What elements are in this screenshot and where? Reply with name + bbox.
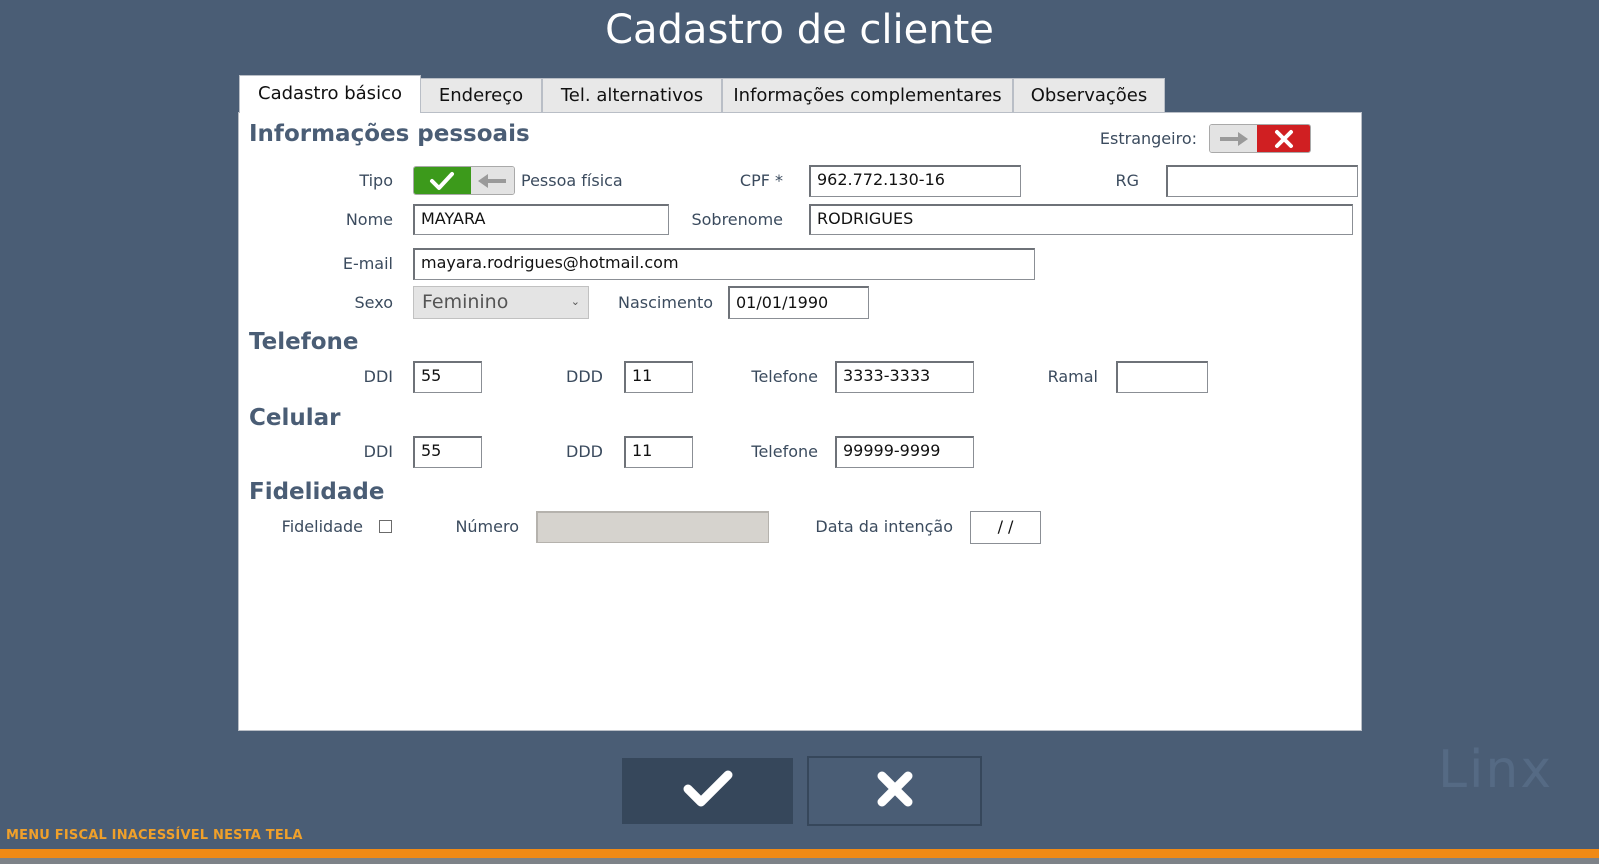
footer-accent-bar <box>0 849 1599 858</box>
confirm-button[interactable] <box>622 758 793 824</box>
numero-input[interactable] <box>536 511 769 543</box>
arrow-right-icon <box>1210 125 1258 152</box>
section-celular: Celular <box>249 405 341 431</box>
telefone-ddi-label: DDI <box>363 367 393 386</box>
form-panel: Informações pessoais Estrangeiro: Tipo P… <box>238 112 1362 731</box>
footer-bottom-bar <box>0 858 1599 864</box>
tipo-value: Pessoa física <box>521 171 623 190</box>
cpf-label: CPF * <box>739 171 783 190</box>
email-label: E-mail <box>342 254 393 273</box>
celular-numero-label: Telefone <box>751 442 818 461</box>
tipo-label: Tipo <box>359 171 393 190</box>
fidelidade-checkbox[interactable] <box>379 520 392 533</box>
celular-ddd-input[interactable]: 11 <box>624 436 693 468</box>
nome-label: Nome <box>345 210 393 229</box>
nascimento-label: Nascimento <box>618 293 713 312</box>
rg-input[interactable] <box>1166 165 1358 197</box>
ramal-label: Ramal <box>1047 367 1098 386</box>
telefone-numero-input[interactable]: 3333-3333 <box>835 361 974 393</box>
cpf-input[interactable]: 962.772.130-16 <box>809 165 1021 197</box>
celular-ddd-label: DDD <box>566 442 603 461</box>
telefone-ddd-label: DDD <box>566 367 603 386</box>
tab-informacoes-complementares[interactable]: Informações complementares <box>722 78 1013 112</box>
tab-endereco[interactable]: Endereço <box>420 78 542 112</box>
nome-input[interactable]: MAYARA <box>413 204 669 235</box>
section-fidelidade: Fidelidade <box>249 479 385 505</box>
ramal-input[interactable] <box>1116 361 1208 393</box>
data-intencao-label: Data da intenção <box>815 517 953 536</box>
estrangeiro-toggle[interactable] <box>1209 124 1311 153</box>
tab-tel-alternativos[interactable]: Tel. alternativos <box>542 78 722 112</box>
window-title: Cadastro de cliente <box>605 7 994 53</box>
rg-label: RG <box>1115 171 1139 190</box>
data-intencao-input[interactable]: / / <box>970 511 1041 544</box>
status-text: MENU FISCAL INACESSÍVEL NESTA TELA <box>6 828 303 843</box>
arrow-left-icon <box>470 167 514 194</box>
nascimento-input[interactable]: 01/01/1990 <box>728 286 869 319</box>
section-informacoes-pessoais: Informações pessoais <box>249 121 530 147</box>
sexo-value: Feminino <box>422 291 509 313</box>
linx-logo: Linx <box>1438 740 1554 800</box>
estrangeiro-label: Estrangeiro: <box>1099 129 1197 148</box>
email-input[interactable]: mayara.rodrigues@hotmail.com <box>413 248 1035 280</box>
telefone-ddd-input[interactable]: 11 <box>624 361 693 393</box>
sexo-select[interactable]: Feminino ⌄ <box>413 286 589 319</box>
sobrenome-input[interactable]: RODRIGUES <box>809 204 1353 235</box>
telefone-ddi-input[interactable]: 55 <box>413 361 482 393</box>
numero-label: Número <box>455 517 519 536</box>
check-icon <box>414 167 471 194</box>
check-icon <box>683 769 733 813</box>
celular-ddi-input[interactable]: 55 <box>413 436 482 468</box>
section-telefone: Telefone <box>249 329 359 355</box>
tab-cadastro-basico[interactable]: Cadastro básico <box>239 75 421 113</box>
sobrenome-label: Sobrenome <box>691 210 783 229</box>
tipo-toggle[interactable] <box>413 166 515 195</box>
close-icon <box>876 770 914 812</box>
celular-ddi-label: DDI <box>363 442 393 461</box>
tab-observacoes[interactable]: Observações <box>1013 78 1165 112</box>
sexo-label: Sexo <box>354 293 393 312</box>
cancel-button[interactable] <box>807 756 982 826</box>
celular-numero-input[interactable]: 99999-9999 <box>835 436 974 468</box>
fidelidade-label: Fidelidade <box>281 517 363 536</box>
chevron-down-icon: ⌄ <box>570 295 580 308</box>
close-icon <box>1257 125 1310 152</box>
telefone-numero-label: Telefone <box>751 367 818 386</box>
